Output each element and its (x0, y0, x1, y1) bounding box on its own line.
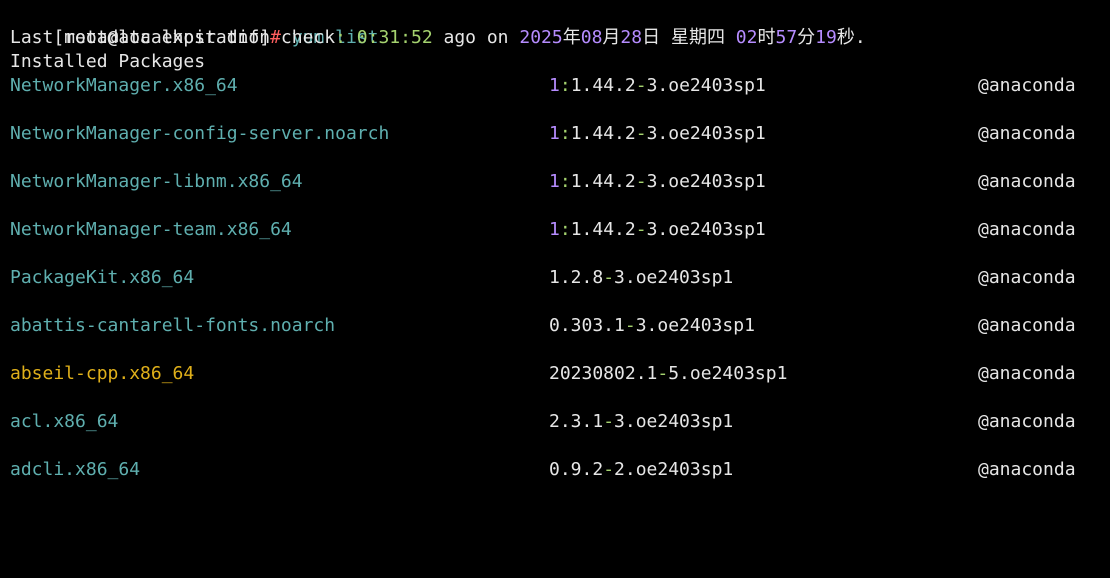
package-release-sep: - (624, 315, 636, 336)
package-release-sep: - (603, 411, 615, 432)
package-version: 0.9.2-2.oe2403sp1 (549, 458, 733, 482)
terminal-window[interactable]: [root@localhost dnf]# yum list Last meta… (0, 0, 1110, 500)
metadata-minute-unit: 分 (797, 27, 816, 48)
package-list: NetworkManager.x86_64 1:1.44.2-3.oe2403s… (10, 74, 1100, 506)
section-heading: Installed Packages (10, 51, 206, 72)
package-epoch-sep: : (559, 171, 571, 192)
package-version-number: 0.303.1 (549, 315, 625, 336)
package-version-number: 1.44.2 (570, 219, 636, 240)
package-repo: @anaconda (978, 459, 1076, 480)
package-row: adcli.x86_64 0.9.2-2.oe2403sp1 @anaconda (10, 458, 1100, 506)
package-version-number: 1.2.8 (549, 267, 604, 288)
metadata-minute: 57 (775, 27, 798, 48)
package-row: acl.x86_64 2.3.1-3.oe2403sp1 @anaconda (10, 410, 1100, 458)
package-release: 3.oe2403sp1 (646, 75, 766, 96)
package-release: 5.oe2403sp1 (668, 363, 788, 384)
package-repo: @anaconda (978, 315, 1076, 336)
package-repo: @anaconda (978, 219, 1076, 240)
package-release: 3.oe2403sp1 (646, 171, 766, 192)
package-name: NetworkManager.x86_64 (10, 75, 238, 96)
metadata-weekday: 星期四 (670, 27, 725, 48)
metadata-end: . (854, 27, 866, 48)
package-version-number: 20230802.1 (549, 363, 658, 384)
package-version: 1:1.44.2-3.oe2403sp1 (549, 170, 766, 194)
metadata-second-unit: 秒 (836, 27, 855, 48)
package-version: 1.2.8-3.oe2403sp1 (549, 266, 733, 290)
package-row: abseil-cpp.x86_64 20230802.1-5.oe2403sp1… (10, 362, 1100, 410)
package-name: NetworkManager-config-server.noarch (10, 123, 390, 144)
metadata-ago-on: ago on (443, 27, 509, 48)
package-name: acl.x86_64 (10, 411, 119, 432)
metadata-year-unit: 年 (562, 27, 581, 48)
metadata-second: 19 (815, 27, 837, 48)
package-release: 2.oe2403sp1 (614, 459, 734, 480)
package-row: NetworkManager-libnm.x86_64 1:1.44.2-3.o… (10, 170, 1100, 218)
package-version-number: 1.44.2 (570, 123, 636, 144)
package-epoch: 1 (549, 123, 560, 144)
package-repo: @anaconda (978, 123, 1076, 144)
package-release-sep: - (657, 363, 669, 384)
package-release: 3.oe2403sp1 (635, 315, 755, 336)
metadata-line: Last metadata expiration check: 0:31:52 … (10, 26, 1100, 50)
package-repo: @anaconda (978, 75, 1076, 96)
metadata-month-unit: 月 (602, 27, 621, 48)
prompt-line: [root@localhost dnf]# yum list (10, 2, 1100, 48)
package-name: adcli.x86_64 (10, 459, 141, 480)
package-name: abseil-cpp.x86_64 (10, 363, 195, 384)
package-version: 1:1.44.2-3.oe2403sp1 (549, 74, 766, 98)
package-name: PackageKit.x86_64 (10, 267, 195, 288)
package-epoch-sep: : (559, 123, 571, 144)
metadata-label: Last metadata expiration check (10, 27, 336, 48)
package-release: 3.oe2403sp1 (646, 123, 766, 144)
package-repo: @anaconda (978, 411, 1076, 432)
package-row: abattis-cantarell-fonts.noarch 0.303.1-3… (10, 314, 1100, 362)
metadata-age: 0:31:52 (356, 27, 433, 48)
package-epoch: 1 (549, 219, 560, 240)
metadata-month: 08 (580, 27, 603, 48)
package-release-sep: - (603, 267, 615, 288)
package-version-number: 1.44.2 (570, 75, 636, 96)
metadata-year: 2025 (519, 27, 563, 48)
package-row: NetworkManager-config-server.noarch 1:1.… (10, 122, 1100, 170)
package-release-sep: - (635, 75, 647, 96)
package-version: 20230802.1-5.oe2403sp1 (549, 362, 787, 386)
package-version: 1:1.44.2-3.oe2403sp1 (549, 122, 766, 146)
package-release: 3.oe2403sp1 (614, 411, 734, 432)
package-row: PackageKit.x86_64 1.2.8-3.oe2403sp1 @ana… (10, 266, 1100, 314)
package-release-sep: - (635, 219, 647, 240)
package-row: NetworkManager.x86_64 1:1.44.2-3.oe2403s… (10, 74, 1100, 122)
package-version: 2.3.1-3.oe2403sp1 (549, 410, 733, 434)
package-version-number: 0.9.2 (549, 459, 604, 480)
package-release: 3.oe2403sp1 (614, 267, 734, 288)
package-release-sep: - (635, 123, 647, 144)
metadata-day-unit: 日 (642, 27, 661, 48)
package-repo: @anaconda (978, 171, 1076, 192)
package-release-sep: - (603, 459, 615, 480)
package-version-number: 1.44.2 (570, 171, 636, 192)
package-version: 1:1.44.2-3.oe2403sp1 (549, 218, 766, 242)
package-repo: @anaconda (978, 363, 1076, 384)
package-release: 3.oe2403sp1 (646, 219, 766, 240)
package-epoch: 1 (549, 75, 560, 96)
metadata-hour: 02 (735, 27, 758, 48)
package-epoch: 1 (549, 171, 560, 192)
package-name: NetworkManager-libnm.x86_64 (10, 171, 303, 192)
package-name: NetworkManager-team.x86_64 (10, 219, 292, 240)
package-name: abattis-cantarell-fonts.noarch (10, 315, 336, 336)
package-release-sep: - (635, 171, 647, 192)
metadata-hour-unit: 时 (757, 27, 776, 48)
package-repo: @anaconda (978, 267, 1076, 288)
package-row: NetworkManager-team.x86_64 1:1.44.2-3.oe… (10, 218, 1100, 266)
package-epoch-sep: : (559, 75, 571, 96)
metadata-colon: : (335, 27, 346, 48)
metadata-day: 28 (620, 27, 643, 48)
package-version-number: 2.3.1 (549, 411, 604, 432)
package-epoch-sep: : (559, 219, 571, 240)
package-version: 0.303.1-3.oe2403sp1 (549, 314, 755, 338)
